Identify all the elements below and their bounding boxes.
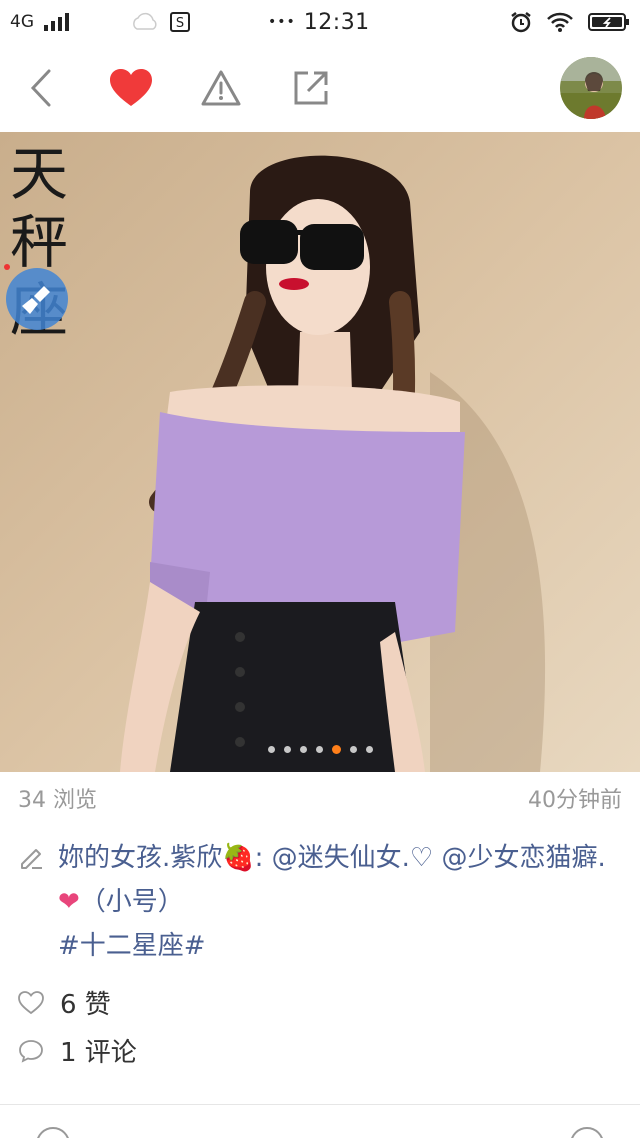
cloud-icon [133, 12, 157, 30]
mention-suffix[interactable]: （小号） [80, 887, 184, 917]
broom-icon [22, 286, 50, 314]
notification-dot [4, 264, 10, 270]
author-name-link[interactable]: 妳的女孩.紫欣 [58, 843, 222, 873]
mention-link[interactable]: @迷失仙女.♡ [272, 843, 434, 873]
post-toolbar [0, 44, 640, 132]
battery-icon [588, 13, 629, 31]
wifi-icon [547, 12, 573, 32]
post-time: 40分钟前 [528, 788, 622, 813]
comment-input-bar [0, 1104, 640, 1138]
pencil-icon [21, 849, 42, 869]
post-photo[interactable]: 天 秤 座 [0, 132, 640, 772]
warning-icon [201, 70, 241, 106]
comment-icon [18, 1039, 52, 1063]
carousel-dot[interactable] [365, 746, 373, 753]
carousel-dot[interactable] [315, 746, 323, 753]
like-button[interactable] [108, 65, 154, 111]
clock: 12:31 [303, 9, 370, 35]
hashtag-link[interactable]: #十二星座# [58, 931, 206, 961]
like-outline-icon [18, 990, 52, 1015]
likes-row[interactable]: 6 赞 [18, 984, 111, 1021]
floating-clean-button[interactable] [6, 268, 68, 330]
share-icon [294, 71, 328, 105]
post-meta: 34 浏览 40分钟前 [18, 782, 622, 814]
status-right [510, 11, 630, 33]
network-label: 4G [10, 12, 34, 32]
avatar-image [560, 57, 622, 119]
alarm-icon [511, 12, 531, 33]
comments-count: 1 评论 [60, 1038, 137, 1068]
report-button[interactable] [198, 65, 244, 111]
more-dots: ••• [268, 14, 296, 30]
carousel-indicator [0, 745, 640, 754]
svg-text:S: S [176, 16, 184, 31]
emoji-icon[interactable] [570, 1127, 604, 1138]
heart-icon [110, 69, 152, 106]
share-button[interactable] [288, 65, 334, 111]
status-bar: 4G S ••• 12:31 [0, 0, 640, 44]
edit-icon-wrap [18, 844, 50, 968]
comments-row[interactable]: 1 评论 [18, 1032, 137, 1069]
overlay-char: 天 [10, 140, 69, 208]
carousel-dot-active[interactable] [331, 745, 341, 754]
mention-link[interactable]: @少女恋猫癖. [442, 843, 606, 873]
photo-illustration [0, 132, 640, 772]
back-button[interactable] [18, 65, 64, 111]
post-caption: 妳的女孩.紫欣🍓: @迷失仙女.♡ @少女恋猫癖. ❤（小号） #十二星座# [18, 836, 622, 968]
carousel-dot[interactable] [283, 746, 291, 753]
caption-text: 妳的女孩.紫欣🍓: @迷失仙女.♡ @少女恋猫癖. ❤（小号） #十二星座# [58, 836, 622, 968]
storage-icon: S [170, 12, 190, 32]
view-count: 34 浏览 [18, 788, 97, 813]
heart-emoji: ❤ [58, 887, 80, 917]
signal-icon [44, 13, 69, 31]
author-avatar[interactable] [560, 57, 622, 119]
carousel-dot[interactable] [349, 746, 357, 753]
back-icon [30, 69, 51, 107]
strawberry-emoji: 🍓 [222, 843, 255, 873]
carousel-dot[interactable] [267, 746, 275, 753]
caption-colon: : [254, 843, 272, 873]
carousel-dot[interactable] [299, 746, 307, 753]
overlay-char: 秤 [10, 208, 69, 276]
likes-count: 6 赞 [60, 990, 111, 1020]
status-left: 4G S [10, 11, 240, 33]
status-center: ••• 12:31 [268, 10, 370, 35]
voice-icon[interactable] [36, 1127, 70, 1138]
